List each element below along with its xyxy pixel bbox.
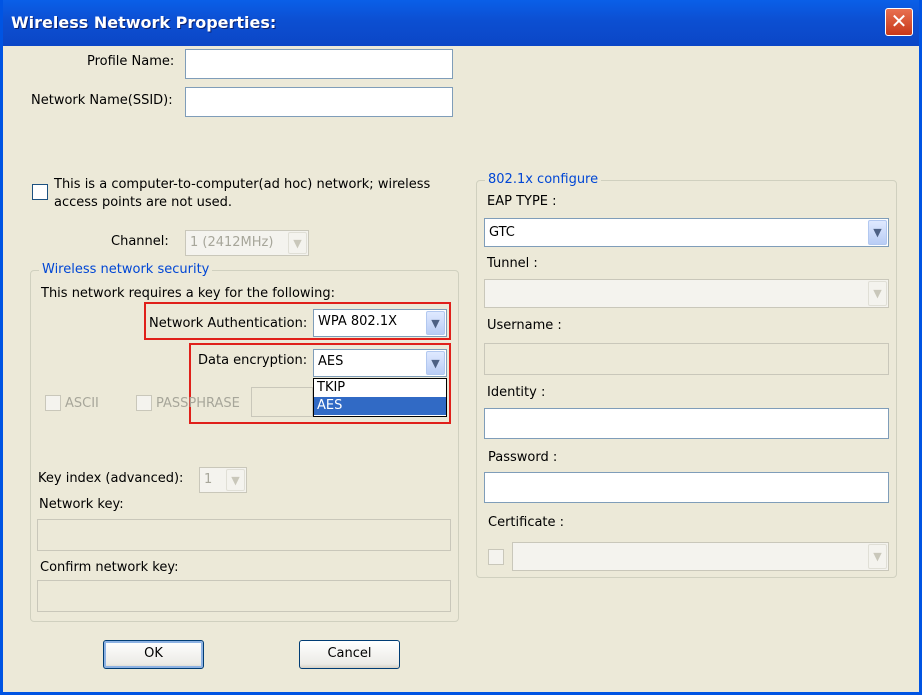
identity-label: Identity : [487, 385, 546, 400]
chevron-down-icon: ▼ [868, 544, 887, 569]
adhoc-checkbox[interactable] [32, 184, 48, 200]
passphrase-input[interactable] [251, 387, 313, 417]
requires-key-text: This network requires a key for the foll… [41, 286, 336, 301]
passphrase-label: PASSPHRASE [156, 396, 240, 411]
tunnel-select[interactable]: ▼ [484, 279, 889, 308]
chevron-down-icon: ▼ [226, 469, 245, 491]
certificate-select[interactable]: ▼ [512, 542, 889, 571]
adhoc-label-line2: access points are not used. [54, 195, 232, 210]
cancel-button[interactable]: Cancel [299, 640, 400, 669]
certificate-label: Certificate : [488, 515, 565, 530]
profile-name-input[interactable] [185, 49, 453, 79]
ssid-label: Network Name(SSID): [31, 93, 173, 108]
highlight-auth-box [144, 302, 451, 340]
dialog-window: Wireless Network Properties: ✕ Profile N… [0, 0, 922, 695]
chevron-down-icon: ▼ [288, 232, 307, 254]
username-label: Username : [487, 318, 562, 333]
network-key-input[interactable] [37, 519, 451, 551]
confirm-key-label: Confirm network key: [40, 560, 179, 575]
ascii-checkbox[interactable] [45, 395, 61, 411]
password-label: Password : [488, 450, 558, 465]
passphrase-checkbox[interactable] [136, 395, 152, 411]
chevron-down-icon: ▼ [868, 220, 887, 245]
channel-label: Channel: [111, 234, 169, 249]
security-group-caption: Wireless network security [39, 262, 213, 277]
profile-name-label: Profile Name: [87, 54, 175, 69]
eap-type-select[interactable]: GTC ▼ [484, 218, 889, 247]
confirm-key-input[interactable] [37, 580, 451, 612]
ascii-label: ASCII [65, 396, 99, 411]
key-index-label: Key index (advanced): [38, 471, 184, 486]
dot1x-group-caption: 802.1x configure [485, 172, 602, 187]
channel-select[interactable]: 1 (2412MHz) ▼ [185, 230, 309, 256]
identity-input[interactable] [484, 408, 889, 439]
username-input[interactable] [484, 343, 889, 375]
highlight-encryption-box [189, 343, 451, 424]
tunnel-label: Tunnel : [487, 256, 538, 271]
password-input[interactable] [484, 472, 889, 503]
ok-button[interactable]: OK [103, 640, 204, 669]
window-title: Wireless Network Properties: [11, 13, 277, 32]
ssid-input[interactable] [185, 87, 453, 117]
close-icon[interactable]: ✕ [885, 8, 913, 36]
key-index-select[interactable]: 1 ▼ [199, 467, 247, 493]
title-bar: Wireless Network Properties: ✕ [3, 0, 919, 46]
eap-type-label: EAP TYPE : [487, 194, 557, 209]
network-key-label: Network key: [39, 497, 124, 512]
chevron-down-icon: ▼ [868, 281, 887, 306]
adhoc-label-line1: This is a computer-to-computer(ad hoc) n… [54, 177, 431, 192]
certificate-checkbox[interactable] [488, 549, 504, 565]
